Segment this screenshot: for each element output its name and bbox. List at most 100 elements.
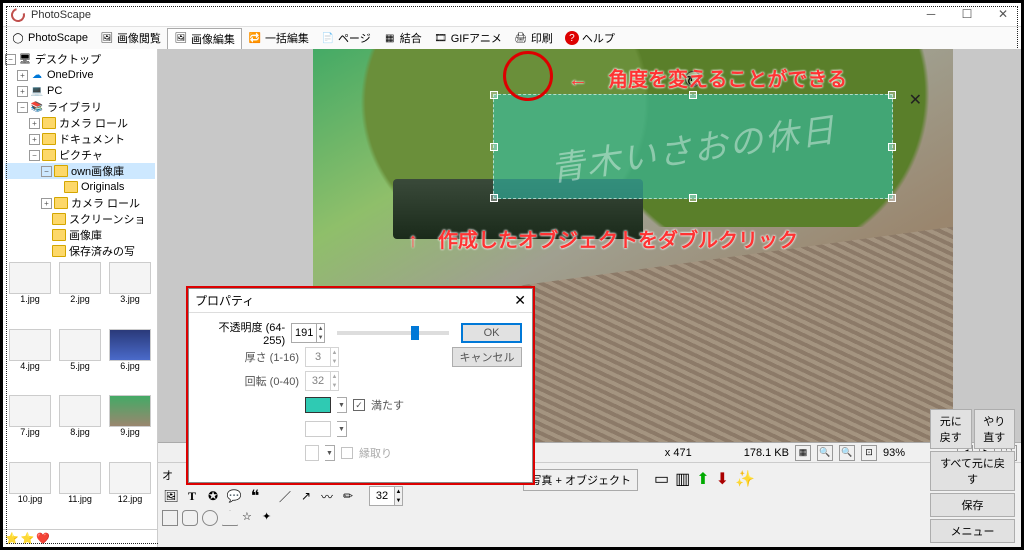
- back-icon[interactable]: ⬇: [716, 469, 729, 489]
- text-tool-icon[interactable]: T: [183, 487, 201, 505]
- zoom-level: 93%: [883, 447, 905, 459]
- star5-shape[interactable]: ✦: [262, 510, 278, 526]
- polygon-shape[interactable]: [222, 510, 238, 526]
- ellipse-shape[interactable]: [202, 510, 218, 526]
- tab-object[interactable]: オ: [162, 467, 173, 483]
- annotation-circle: [503, 51, 553, 101]
- dialog-titlebar[interactable]: プロパティ ✕: [189, 289, 532, 313]
- free-icon[interactable]: ✏: [339, 487, 357, 505]
- curve-icon[interactable]: 〰: [318, 487, 336, 505]
- dialog-title: プロパティ: [195, 292, 254, 309]
- folder-tree[interactable]: −🖥デスクトップ +☁OneDrive +💻PC −📚ライブラリ +カメラ ロー…: [3, 49, 157, 259]
- grid-icon[interactable]: ▦: [795, 445, 811, 461]
- tab-photoscape[interactable]: ◯PhotoScape: [5, 29, 94, 47]
- props-icon[interactable]: ✨: [735, 469, 755, 489]
- annotation-text: ← 角度を変えることができる: [568, 63, 847, 92]
- rotate-input: ▲▼: [305, 371, 339, 391]
- rotate-spinner[interactable]: ▲▼: [369, 486, 403, 506]
- undo-button[interactable]: 元に戻す: [930, 409, 972, 449]
- outline-dropdown-icon[interactable]: ▼: [325, 445, 335, 461]
- photo-icon[interactable]: 🖼: [162, 487, 180, 505]
- resize-handle[interactable]: [888, 91, 896, 99]
- resize-handle[interactable]: [490, 143, 498, 151]
- star-shape[interactable]: ☆: [242, 510, 258, 526]
- zoom-fit-icon[interactable]: ⊡: [861, 445, 877, 461]
- dialog-close-icon[interactable]: ✕: [514, 292, 526, 309]
- close-button[interactable]: ✕: [985, 3, 1021, 25]
- save-button[interactable]: 保存: [930, 493, 1015, 517]
- arrow-icon[interactable]: ↗: [297, 487, 315, 505]
- pattern-dropdown-icon[interactable]: ▼: [337, 421, 347, 437]
- annotation-text: ↑ 作成したオブジェクトをダブルクリック: [408, 224, 798, 253]
- fill-label: 満たす: [371, 397, 404, 413]
- resize-handle[interactable]: [689, 91, 697, 99]
- tab-help[interactable]: ?ヘルプ: [559, 28, 621, 48]
- rect-shape[interactable]: [162, 510, 178, 526]
- tab-batch[interactable]: 🔁一括編集: [242, 28, 315, 48]
- tab-gif[interactable]: 🎞GIFアニメ: [428, 28, 508, 48]
- tab-photo-object[interactable]: 写真 + オブジェクト: [523, 469, 638, 491]
- redo-button[interactable]: やり直す: [974, 409, 1016, 449]
- resize-handle[interactable]: [888, 143, 896, 151]
- image-dimensions: x 471: [665, 447, 692, 459]
- thickness-input: ▲▼: [305, 347, 339, 367]
- front-icon[interactable]: ⬆: [696, 469, 709, 489]
- undo-all-button[interactable]: すべて元に戻す: [930, 451, 1015, 491]
- left-panel: −🖥デスクトップ +☁OneDrive +💻PC −📚ライブラリ +カメラ ロー…: [3, 49, 158, 547]
- minimize-button[interactable]: ─: [913, 3, 949, 25]
- help-icon: ?: [565, 31, 579, 45]
- thumbnail-grid[interactable]: 1.jpg 2.jpg 3.jpg 4.jpg 5.jpg 6.jpg 7.jp…: [3, 259, 157, 529]
- app-title: PhotoScape: [31, 9, 91, 21]
- page-icon: 📄: [321, 31, 335, 45]
- delete-object-icon[interactable]: ✕: [909, 90, 922, 110]
- app-logo-icon: [8, 5, 27, 24]
- select-all-icon[interactable]: ▭: [654, 469, 669, 489]
- resize-handle[interactable]: [490, 91, 498, 99]
- main-tab-bar: ◯PhotoScape 🖼画像閲覧 🖼画像編集 🔁一括編集 📄ページ ▦結合 🎞…: [3, 27, 1021, 49]
- properties-dialog: プロパティ ✕ 不透明度 (64-255) ▲▼ OK 厚さ (1-16) ▲▼…: [188, 288, 533, 483]
- print-icon: 🖨: [514, 31, 528, 45]
- action-buttons: 元に戻す やり直す すべて元に戻す 保存 メニュー: [930, 409, 1015, 543]
- rotate-label: 回転 (0-40): [199, 373, 299, 389]
- quote-icon[interactable]: ❝: [246, 487, 264, 505]
- opacity-slider[interactable]: [337, 331, 449, 335]
- tab-print[interactable]: 🖨印刷: [508, 28, 559, 48]
- combine-icon: ▦: [383, 31, 397, 45]
- text-object[interactable]: 青木いさおの休日 ↻ ✕: [493, 94, 893, 199]
- line-icon[interactable]: ／: [276, 487, 294, 505]
- fill-color-swatch[interactable]: [305, 397, 331, 413]
- roundrect-shape[interactable]: [182, 510, 198, 526]
- pattern-swatch[interactable]: [305, 421, 331, 437]
- star-icon: ⭐: [5, 532, 19, 545]
- zoom-in-icon[interactable]: 🔍: [839, 445, 855, 461]
- menu-button[interactable]: メニュー: [930, 519, 1015, 543]
- opacity-label: 不透明度 (64-255): [199, 319, 285, 347]
- title-bar: PhotoScape ─ ☐ ✕: [3, 3, 1021, 27]
- resize-handle[interactable]: [888, 194, 896, 202]
- group-icon[interactable]: ▥: [675, 469, 690, 489]
- tab-browse[interactable]: 🖼画像閲覧: [94, 28, 167, 48]
- opacity-input[interactable]: ▲▼: [291, 323, 325, 343]
- cancel-button[interactable]: キャンセル: [452, 347, 522, 367]
- resize-handle[interactable]: [689, 194, 697, 202]
- outline-label: 縁取り: [359, 445, 392, 461]
- maximize-button[interactable]: ☐: [949, 3, 985, 25]
- thickness-label: 厚さ (1-16): [199, 349, 299, 365]
- resize-handle[interactable]: [490, 194, 498, 202]
- tab-page[interactable]: 📄ページ: [315, 28, 377, 48]
- fill-checkbox[interactable]: ✓: [353, 399, 365, 411]
- color-dropdown-icon[interactable]: ▼: [337, 397, 347, 413]
- heart-icon: ❤️: [36, 532, 50, 545]
- balloon-icon[interactable]: 💬: [225, 487, 243, 505]
- file-size: 178.1 KB: [744, 447, 789, 459]
- outline-checkbox[interactable]: [341, 447, 353, 459]
- tab-combine[interactable]: ▦結合: [377, 28, 428, 48]
- browse-icon: 🖼: [100, 31, 114, 45]
- tab-edit[interactable]: 🖼画像編集: [167, 28, 242, 49]
- zoom-out-icon[interactable]: 🔍: [817, 445, 833, 461]
- favorites-bar[interactable]: ⭐ ⭐ ❤️: [3, 529, 157, 547]
- symbol-icon[interactable]: ✪: [204, 487, 222, 505]
- ok-button[interactable]: OK: [461, 323, 522, 343]
- outline-color-swatch[interactable]: [305, 445, 319, 461]
- object-text: 青木いさおの休日: [547, 102, 839, 191]
